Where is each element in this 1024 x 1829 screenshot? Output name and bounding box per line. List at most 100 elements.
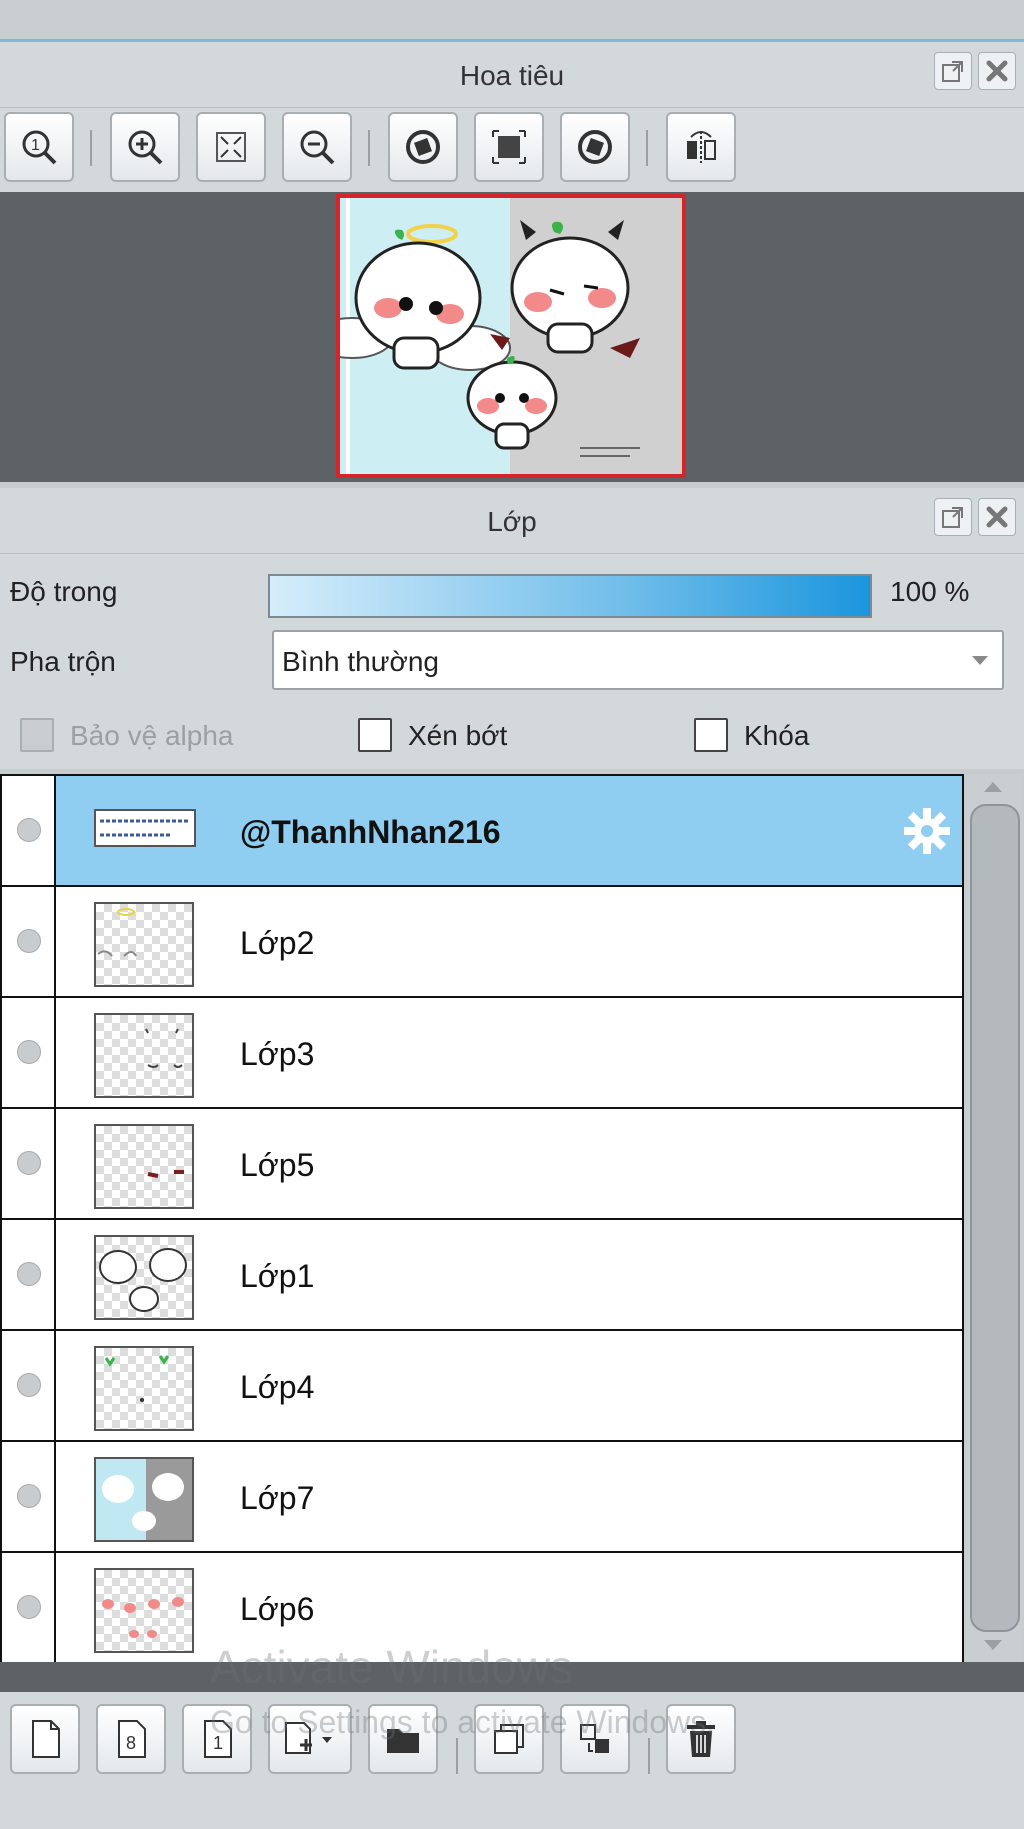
layer-list-scrollbar[interactable] — [966, 774, 1022, 1662]
close-button[interactable] — [978, 52, 1016, 90]
undock-button[interactable] — [934, 498, 972, 536]
layers-title: Lớp — [487, 506, 537, 537]
layer-thumbnail-art — [145, 1028, 183, 1068]
layer-row[interactable]: Lớp4 — [2, 1331, 962, 1442]
navigator-header: Hoa tiêu — [0, 42, 1024, 108]
visibility-toggle[interactable] — [2, 887, 56, 996]
layer-name: Lớp3 — [240, 1036, 315, 1072]
scroll-thumb[interactable] — [970, 804, 1020, 1632]
layer-thumbnail — [94, 1568, 194, 1653]
layer-row[interactable]: Lớp3 — [2, 998, 962, 1109]
layer-thumbnail-art — [96, 1459, 192, 1540]
visibility-toggle[interactable] — [2, 1442, 56, 1551]
toolbar-separator — [646, 130, 648, 166]
navigator-preview[interactable] — [0, 192, 1024, 482]
canvas-thumbnail — [340, 198, 682, 474]
top-strip — [0, 0, 1024, 42]
layer-settings-button[interactable] — [902, 806, 952, 861]
visibility-dot-icon — [17, 818, 41, 842]
layer-thumbnail-art — [97, 908, 137, 957]
8bit-layer-icon: 8 — [118, 1720, 146, 1758]
gear-icon — [904, 808, 950, 854]
zoom-actual-icon: 1 — [22, 130, 57, 165]
zoom-out-button[interactable] — [282, 112, 352, 182]
rotate-left-button[interactable] — [388, 112, 458, 182]
flip-horizontal-button[interactable] — [666, 112, 736, 182]
opacity-label: Độ trong — [10, 576, 118, 607]
visibility-toggle[interactable] — [2, 1220, 56, 1329]
lock-checkbox[interactable] — [694, 718, 728, 752]
visibility-dot-icon — [17, 1484, 41, 1508]
flip-horizontal-icon — [687, 131, 716, 163]
layer-row[interactable]: @ThanhNhan216 — [2, 776, 962, 887]
close-icon — [986, 60, 1008, 82]
layer-options: Độ trong 100 % Pha trộn Bình thường Bảo … — [0, 554, 1024, 769]
layer-thumbnail — [94, 1457, 194, 1542]
svg-text:8: 8 — [126, 1733, 136, 1753]
visibility-toggle[interactable] — [2, 1331, 56, 1440]
scroll-down-icon[interactable] — [984, 1640, 1002, 1650]
layer-row[interactable]: Lớp5 — [2, 1109, 962, 1220]
new-layer-button[interactable] — [10, 1704, 80, 1774]
activate-windows-hint: Go to Settings to activate Windows. — [210, 1704, 716, 1740]
visibility-toggle[interactable] — [2, 1109, 56, 1218]
layer-thumbnail — [94, 1124, 194, 1209]
visibility-dot-icon — [17, 1262, 41, 1286]
undock-icon — [942, 507, 963, 528]
zoom-actual-button[interactable]: 1 — [4, 112, 74, 182]
toolbar-separator — [456, 1738, 458, 1774]
visibility-dot-icon — [17, 1595, 41, 1619]
lock-label: Khóa — [744, 720, 810, 751]
visibility-dot-icon — [17, 1040, 41, 1064]
svg-text:1: 1 — [31, 137, 40, 154]
undock-button[interactable] — [934, 52, 972, 90]
navigator-toolbar: 1 — [0, 108, 1024, 192]
layer-thumbnail — [94, 902, 194, 987]
toolbar-separator — [368, 130, 370, 166]
layer-thumbnail-art — [104, 1355, 170, 1402]
blend-label: Pha trộn — [10, 646, 116, 677]
close-button[interactable] — [978, 498, 1016, 536]
layer-thumbnail — [94, 1013, 194, 1098]
canvas-preview-frame — [336, 194, 686, 478]
visibility-toggle[interactable] — [2, 998, 56, 1107]
fit-screen-button[interactable] — [196, 112, 266, 182]
layer-row[interactable]: Lớp1 — [2, 1220, 962, 1331]
visibility-dot-icon — [17, 1151, 41, 1175]
new-8bit-layer-button[interactable]: 8 — [96, 1704, 166, 1774]
rotate-right-button[interactable] — [560, 112, 630, 182]
layer-name: Lớp5 — [240, 1147, 315, 1183]
visibility-dot-icon — [17, 1373, 41, 1397]
text-layer-thumbnail — [100, 819, 188, 837]
layer-name: Lớp7 — [240, 1480, 315, 1516]
layer-row[interactable]: Lớp7 — [2, 1442, 962, 1553]
visibility-toggle[interactable] — [2, 776, 56, 885]
layer-thumbnail-art — [147, 1170, 184, 1178]
protect-alpha-checkbox[interactable] — [20, 718, 54, 752]
layer-thumbnail — [94, 1346, 194, 1431]
layer-row[interactable]: Lớp2 — [2, 887, 962, 998]
undock-icon — [942, 61, 963, 82]
visibility-toggle[interactable] — [2, 1553, 56, 1662]
zoom-in-button[interactable] — [110, 112, 180, 182]
layer-thumbnail-art — [102, 1597, 184, 1638]
opacity-slider[interactable] — [268, 574, 872, 618]
rotate-left-icon — [406, 130, 440, 164]
scroll-up-icon[interactable] — [984, 782, 1002, 792]
clipping-label: Xén bớt — [408, 720, 508, 751]
blend-mode-select[interactable]: Bình thường — [272, 630, 1004, 690]
zoom-out-icon — [300, 130, 335, 165]
rotate-right-icon — [578, 130, 612, 164]
layers-header: Lớp — [0, 488, 1024, 554]
toolbar-separator — [648, 1738, 650, 1774]
layer-list: @ThanhNhan216 Lớp2 Lớp3 Lớp5 Lớp1 Lớp4 L… — [0, 774, 964, 1664]
layer-name: Lớp1 — [240, 1258, 315, 1294]
layer-thumbnail-art — [99, 1248, 187, 1312]
opacity-value: 100 % — [890, 576, 970, 607]
zoom-in-icon — [128, 130, 163, 165]
protect-alpha-label: Bảo vệ alpha — [70, 720, 234, 751]
fit-screen-icon — [216, 132, 246, 162]
fit-window-button[interactable] — [474, 112, 544, 182]
blend-mode-value: Bình thường — [282, 646, 439, 677]
clipping-checkbox[interactable] — [358, 718, 392, 752]
